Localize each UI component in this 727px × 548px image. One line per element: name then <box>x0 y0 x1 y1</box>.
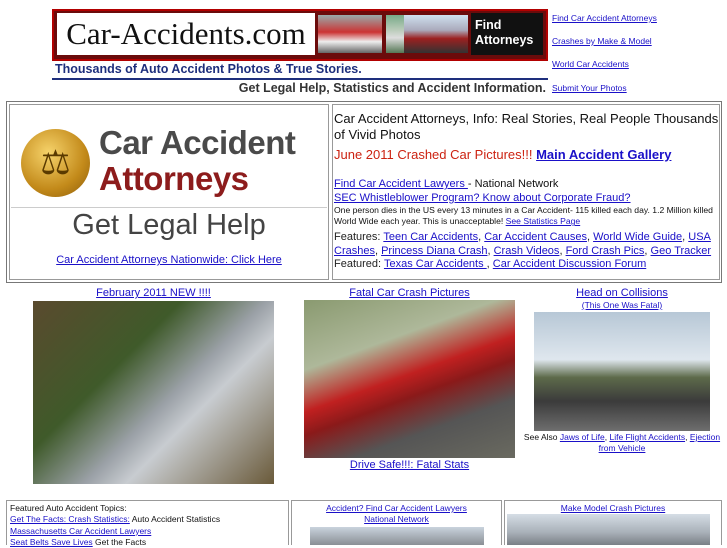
find-attorneys-button[interactable]: Find Attorneys <box>471 13 543 55</box>
feature-diana-link[interactable]: Princess Diana Crash <box>381 245 487 257</box>
attorney-divider <box>11 207 327 208</box>
feature-worldwide-link[interactable]: World Wide Guide <box>593 231 682 243</box>
nav-world-accidents[interactable]: World Car Accidents <box>552 59 629 69</box>
fatal-stats-link[interactable]: Drive Safe!!!: Fatal Stats <box>350 459 469 471</box>
banner-photo-truck <box>404 15 468 53</box>
lawyers-box-photo[interactable] <box>310 527 484 545</box>
fatality-stats-text: One person dies in the US every 13 minut… <box>334 205 720 227</box>
feature-geo-link[interactable]: Geo Tracker <box>651 245 712 257</box>
crash-statistics-link[interactable]: Get The Facts: Crash Statistics: <box>10 514 130 524</box>
find-lawyers-line: Find Car Accident Lawyers - National Net… <box>334 178 720 191</box>
feature-videos-link[interactable]: Crash Videos <box>494 245 560 257</box>
sec-whistleblower-link[interactable]: SEC Whistleblower Program? Know about Co… <box>334 192 631 204</box>
featured-topics-title: Featured Auto Accident Topics: <box>10 503 127 513</box>
make-model-crash-photo[interactable] <box>507 514 710 545</box>
find-lawyers-link[interactable]: Find Car Accident Lawyers <box>334 178 468 190</box>
seat-belts-link[interactable]: Seat Belts Save Lives <box>10 537 93 547</box>
intro-text: Car Accident Attorneys, Info: Real Stori… <box>334 111 719 142</box>
jaws-of-life-link[interactable]: Jaws of Life <box>560 432 605 442</box>
fatal-crash-red-truck-photo[interactable] <box>304 300 515 458</box>
fatal-head-on-link[interactable]: (This One Was Fatal) <box>582 300 662 310</box>
featured-texas-link[interactable]: Texas Car Accidents <box>384 258 487 270</box>
banner-photo-bus <box>318 15 382 53</box>
head-on-collisions-link[interactable]: Head on Collisions <box>576 287 668 299</box>
see-also-links: See Also Jaws of Life, Life Flight Accid… <box>523 432 721 454</box>
june-text: June 2011 Crashed Car Pictures!!! <box>334 147 537 162</box>
site-logo-text[interactable]: Car-Accidents.com <box>57 13 315 55</box>
head-on-collision-photo[interactable] <box>534 312 710 431</box>
feature-causes-link[interactable]: Car Accident Causes <box>484 231 587 243</box>
national-network-text: - National Network <box>467 178 559 190</box>
nav-find-attorneys[interactable]: Find Car Accident Attorneys <box>552 13 657 23</box>
see-also-label: See Also <box>523 432 560 442</box>
featured-topics-list: Featured Auto Accident Topics: Get The F… <box>10 503 288 548</box>
feature-ford-link[interactable]: Ford Crash Pics <box>566 245 645 257</box>
make-model-crash-link[interactable]: Make Model Crash Pictures <box>561 503 665 513</box>
crashed-silver-car-photo[interactable] <box>33 301 274 484</box>
main-gallery-link[interactable]: Main Accident Gallery <box>536 147 671 162</box>
features-label: Features: <box>334 231 384 243</box>
featured-forum-link[interactable]: Car Accident Discussion Forum <box>493 258 646 270</box>
feature-teen-link[interactable]: Teen Car Accidents <box>383 231 478 243</box>
auto-statistics-text: Auto Accident Statistics <box>129 514 221 525</box>
tagline-photos: Thousands of Auto Accident Photos & True… <box>55 62 362 76</box>
february-gallery-link[interactable]: February 2011 NEW !!!! <box>96 287 211 299</box>
get-legal-help-heading: Get Legal Help <box>72 209 266 241</box>
get-facts-text: Get the Facts <box>92 536 147 547</box>
nav-submit-photos[interactable]: Submit Your Photos <box>552 83 627 93</box>
attorneys-nationwide-link[interactable]: Car Accident Attorneys Nationwide: Click… <box>56 254 282 266</box>
tagline-legal-help: Get Legal Help, Statistics and Accident … <box>238 81 546 95</box>
fatal-crash-pictures-link[interactable]: Fatal Car Crash Pictures <box>349 287 469 299</box>
attorney-title-line2: Attorneys <box>99 160 249 197</box>
scales-icon: ⚖ <box>40 144 71 182</box>
attorney-title-line1: Car Accident <box>99 124 296 161</box>
life-flight-link[interactable]: Life Flight Accidents <box>609 432 685 442</box>
features-line: Features: Teen Car Accidents, Car Accide… <box>334 231 712 258</box>
statistics-page-link[interactable]: See Statistics Page <box>506 216 581 226</box>
national-network-link[interactable]: National Network <box>364 514 429 524</box>
june-gallery-line: June 2011 Crashed Car Pictures!!! Main A… <box>334 147 720 163</box>
tagline-divider <box>52 78 548 80</box>
nav-crashes-by-make[interactable]: Crashes by Make & Model <box>552 36 652 46</box>
featured-label: Featured: <box>334 258 384 270</box>
massachusetts-lawyers-link[interactable]: Massachusetts Car Accident Lawyers <box>10 526 151 536</box>
accident-find-lawyers-link[interactable]: Accident? Find Car Accident Lawyers <box>326 503 467 513</box>
featured-line: Featured: Texas Car Accidents , Car Acci… <box>334 258 647 270</box>
